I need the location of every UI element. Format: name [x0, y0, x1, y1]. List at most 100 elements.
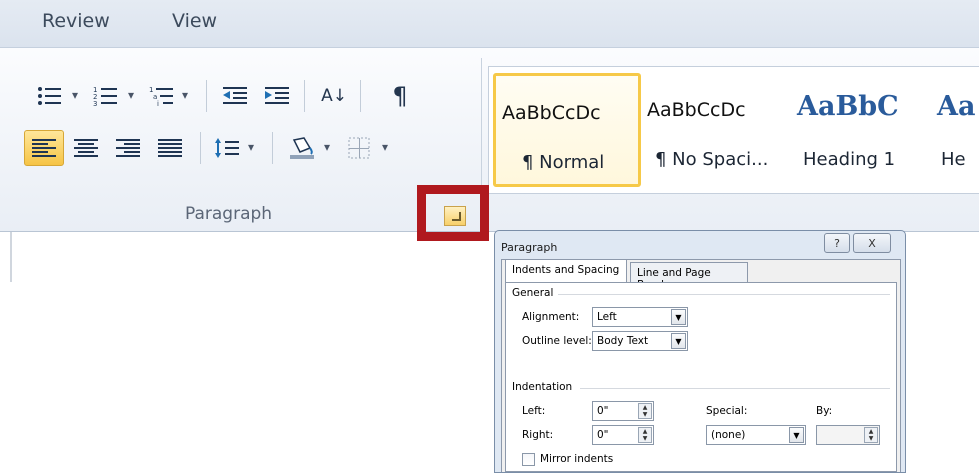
numbering-dropdown-arrow[interactable]: ▾: [128, 88, 134, 102]
by-label: By:: [816, 405, 833, 417]
indents-spacing-panel: General Alignment: Left ▼ Outline level:…: [505, 282, 897, 472]
borders-dropdown-arrow[interactable]: ▾: [382, 140, 388, 154]
separator: [304, 80, 305, 112]
alignment-select[interactable]: Left ▼: [592, 307, 688, 327]
numbering-button[interactable]: 1 2 3: [86, 78, 126, 114]
special-label: Special:: [706, 405, 748, 417]
separator: [206, 80, 207, 112]
bullets-icon: [38, 87, 61, 105]
style-normal[interactable]: AaBbCcDc ¶ Normal: [493, 73, 641, 187]
mirror-indents-label: Mirror indents: [540, 453, 614, 465]
decrease-indent-icon: [223, 87, 247, 104]
bullets-button[interactable]: [30, 78, 70, 114]
shading-button[interactable]: [282, 130, 322, 166]
left-indent-label: Left:: [522, 405, 546, 417]
shading-icon: [290, 137, 314, 159]
svg-text:i: i: [157, 100, 159, 107]
left-indent-value: 0": [597, 405, 609, 417]
help-button[interactable]: ?: [824, 233, 850, 253]
special-select[interactable]: (none) ▼: [706, 425, 806, 445]
bullets-dropdown-arrow[interactable]: ▾: [72, 88, 78, 102]
paragraph-dialog: Paragraph ? X Indents and Spacing Line a…: [494, 230, 906, 473]
right-indent-value: 0": [597, 429, 609, 441]
special-value: (none): [711, 429, 746, 441]
separator: [272, 132, 273, 164]
close-button[interactable]: X: [853, 233, 891, 253]
style-heading-2[interactable]: Aa He: [933, 73, 979, 187]
highlight-box: [417, 185, 489, 241]
style-sample: AaBbCcDc: [502, 102, 601, 124]
by-spinner[interactable]: ▲ ▼: [816, 425, 880, 445]
mirror-indents-checkbox[interactable]: [522, 453, 535, 466]
decrease-indent-button[interactable]: [216, 78, 256, 114]
line-spacing-icon: [215, 138, 239, 158]
dialog-body: Indents and Spacing Line and Page Breaks…: [501, 259, 901, 472]
general-heading: General: [512, 287, 554, 299]
borders-icon: [348, 137, 370, 159]
line-spacing-dropdown-arrow[interactable]: ▾: [248, 140, 254, 154]
spinner-arrows-icon[interactable]: ▲ ▼: [638, 403, 652, 419]
alignment-value: Left: [597, 311, 617, 323]
ribbon-tab-bar: Review View: [0, 0, 979, 48]
multilevel-list-button[interactable]: 1 a i: [142, 78, 182, 114]
outline-level-label: Outline level:: [522, 335, 592, 347]
tab-line-and-page-breaks[interactable]: Line and Page Breaks: [630, 262, 748, 291]
borders-button[interactable]: [340, 130, 380, 166]
align-right-button[interactable]: [108, 130, 148, 166]
tab-indents-and-spacing[interactable]: Indents and Spacing: [505, 259, 627, 283]
align-left-icon: [32, 139, 56, 157]
multilevel-dropdown-arrow[interactable]: ▾: [182, 88, 188, 102]
numbering-icon: 1 2 3: [93, 86, 117, 107]
line-spacing-button[interactable]: [208, 130, 248, 166]
chevron-down-icon[interactable]: ▼: [789, 427, 804, 443]
chevron-down-icon[interactable]: ▼: [671, 309, 686, 325]
style-name: Heading 1: [803, 149, 896, 170]
outline-level-select[interactable]: Body Text ▼: [592, 331, 688, 351]
indentation-heading: Indentation: [512, 381, 573, 393]
tab-label: Indents and Spacing: [512, 264, 620, 276]
style-name: ¶ No Spaci...: [655, 149, 769, 170]
style-sample: Aa: [937, 91, 976, 122]
svg-text:3: 3: [93, 100, 97, 107]
center-icon: [74, 139, 98, 157]
right-indent-spinner[interactable]: 0" ▲ ▼: [592, 425, 654, 445]
increase-indent-icon: [265, 87, 289, 104]
outline-level-value: Body Text: [597, 335, 649, 347]
dialog-title: Paragraph: [501, 241, 558, 254]
center-button[interactable]: [66, 130, 106, 166]
separator: [360, 80, 361, 112]
tab-review[interactable]: Review: [42, 10, 110, 32]
right-indent-label: Right:: [522, 429, 554, 441]
separator: [200, 132, 201, 164]
chevron-down-icon[interactable]: ▼: [671, 333, 686, 349]
page-edge: [10, 232, 12, 282]
spinner-arrows-icon[interactable]: ▲ ▼: [638, 427, 652, 443]
styles-gallery: AaBbCcDc ¶ Normal AaBbCcDc ¶ No Spaci...…: [488, 66, 979, 194]
align-left-button[interactable]: [24, 130, 64, 166]
increase-indent-button[interactable]: [258, 78, 298, 114]
style-name: He: [941, 149, 966, 170]
style-sample: AaBbCcDc: [647, 99, 746, 121]
divider: [580, 388, 890, 389]
align-right-icon: [116, 139, 140, 157]
style-name: ¶ Normal: [522, 152, 605, 173]
divider: [558, 294, 890, 295]
style-no-spacing[interactable]: AaBbCcDc ¶ No Spaci...: [647, 73, 787, 187]
spinner-arrows-icon[interactable]: ▲ ▼: [864, 427, 878, 443]
style-heading-1[interactable]: AaBbC Heading 1: [791, 73, 929, 187]
paragraph-group: ▾ 1 2 3 ▾ 1 a i ▾ A↓ ¶ ▾ ▾ ▾ Paragraph: [10, 58, 482, 232]
tab-view[interactable]: View: [172, 10, 217, 32]
close-icon: X: [868, 236, 876, 250]
shading-dropdown-arrow[interactable]: ▾: [324, 140, 330, 154]
paragraph-group-label: Paragraph: [185, 204, 273, 224]
alignment-label: Alignment:: [522, 311, 580, 323]
multilevel-list-icon: 1 a i: [149, 86, 173, 107]
word-window: Review View ▾ 1 2 3 ▾ 1 a i ▾ A↓ ¶ ▾ ▾ ▾…: [0, 0, 979, 473]
justify-icon: [158, 139, 182, 157]
left-indent-spinner[interactable]: 0" ▲ ▼: [592, 401, 654, 421]
show-hide-formatting-button[interactable]: ¶: [380, 78, 420, 114]
pilcrow-icon: ¶: [392, 82, 408, 110]
justify-button[interactable]: [150, 130, 190, 166]
help-icon: ?: [834, 236, 840, 250]
sort-button[interactable]: A↓: [314, 78, 354, 114]
